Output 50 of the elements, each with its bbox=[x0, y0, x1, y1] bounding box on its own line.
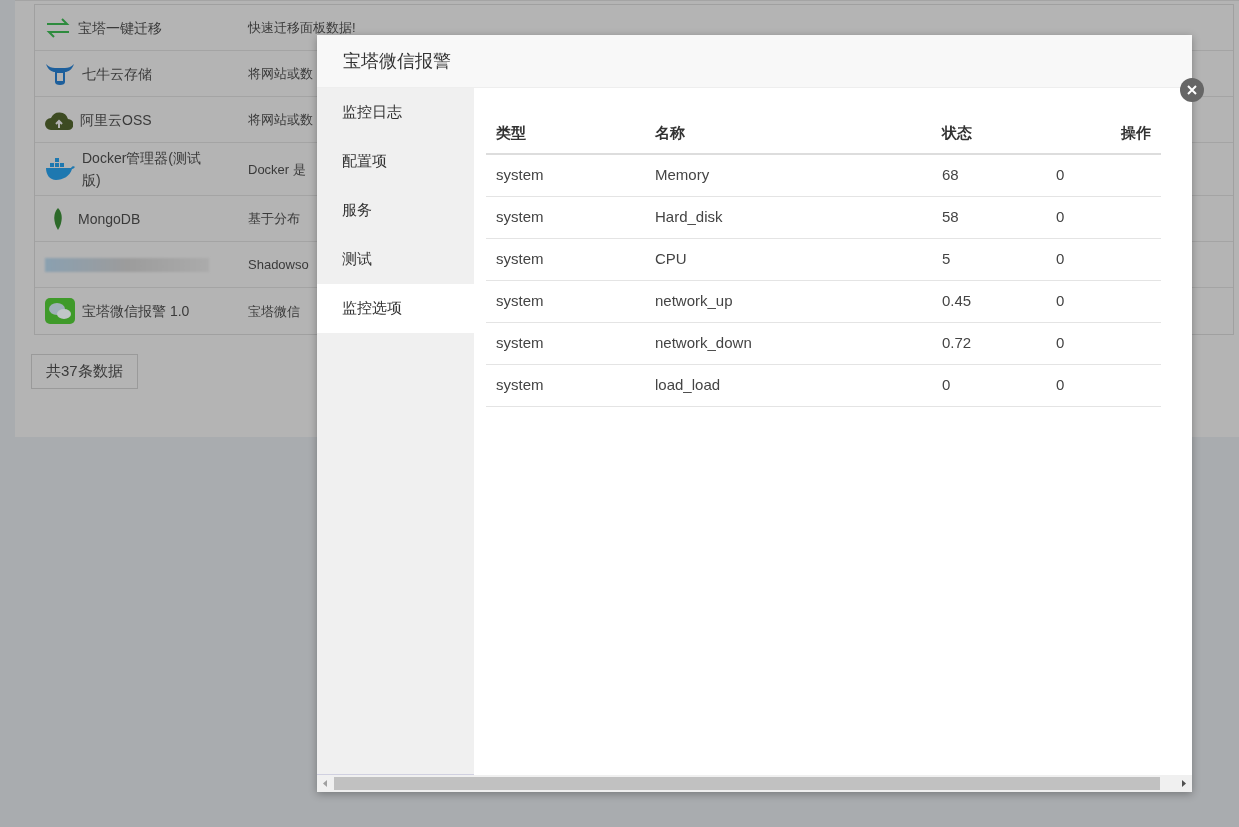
table-cell: system bbox=[486, 239, 645, 281]
table-cell: system bbox=[486, 323, 645, 365]
table-cell: CPU bbox=[645, 239, 932, 281]
table-cell: 0 bbox=[1046, 239, 1161, 281]
plugin-name: 宝塔微信报警 1.0 bbox=[82, 302, 191, 321]
table-cell: load_load bbox=[645, 365, 932, 407]
table-cell: system bbox=[486, 155, 645, 197]
table-cell: 5 bbox=[932, 239, 1046, 281]
table-cell: 0.45 bbox=[932, 281, 1046, 323]
table-cell: network_down bbox=[645, 323, 932, 365]
table-cell: Memory bbox=[645, 155, 932, 197]
total-count: 共37条数据 bbox=[31, 354, 138, 389]
plugin-description: 将网站或数 bbox=[248, 112, 313, 127]
plugin-description: Docker 是 bbox=[248, 161, 306, 177]
table-cell: system bbox=[486, 197, 645, 239]
dialog-title: 宝塔微信报警 bbox=[343, 49, 451, 73]
table-cell: system bbox=[486, 281, 645, 323]
table-cell: 0 bbox=[932, 365, 1046, 407]
sidebar-item[interactable]: 监控选项 bbox=[317, 284, 474, 333]
table-cell: 0 bbox=[1046, 365, 1161, 407]
table-cell: network_up bbox=[645, 281, 932, 323]
plugin-name: Docker管理器(测试版) bbox=[82, 149, 202, 190]
close-icon bbox=[1187, 85, 1197, 95]
whale-icon bbox=[45, 157, 75, 181]
plugin-name: 宝塔一键迁移 bbox=[78, 18, 163, 38]
plugin-description: 宝塔微信 bbox=[248, 303, 300, 319]
table-cell: 0 bbox=[1046, 281, 1161, 323]
plugin-name: 阿里云OSS bbox=[80, 110, 153, 130]
plugin-description: 快速迁移面板数据! bbox=[248, 20, 356, 35]
column-header: 类型 bbox=[486, 113, 645, 155]
table-cell: 68 bbox=[932, 155, 1046, 197]
table-cell: 0 bbox=[1046, 155, 1161, 197]
plugin-description: 将网站或数 bbox=[248, 66, 313, 81]
chat-bubbles-icon bbox=[45, 298, 75, 324]
column-header: 操作 bbox=[1046, 113, 1161, 155]
scrollbar-thumb[interactable] bbox=[334, 777, 1160, 790]
plugin-description: 基于分布 bbox=[248, 211, 300, 226]
table-cell: Hard_disk bbox=[645, 197, 932, 239]
plugin-name: MongoDB bbox=[78, 209, 142, 229]
table-cell: 0 bbox=[1046, 323, 1161, 365]
table-cell: 0 bbox=[1046, 197, 1161, 239]
plugin-description: Shadowso bbox=[248, 257, 309, 272]
column-header: 状态 bbox=[932, 113, 1046, 155]
bull-head-icon bbox=[45, 61, 75, 86]
table-cell: 0.72 bbox=[932, 323, 1046, 365]
horizontal-scrollbar[interactable] bbox=[317, 775, 1192, 792]
table-cell: 58 bbox=[932, 197, 1046, 239]
plugin-name: 七牛云存储 bbox=[82, 64, 153, 84]
table-cell: system bbox=[486, 365, 645, 407]
column-header: 名称 bbox=[645, 113, 932, 155]
